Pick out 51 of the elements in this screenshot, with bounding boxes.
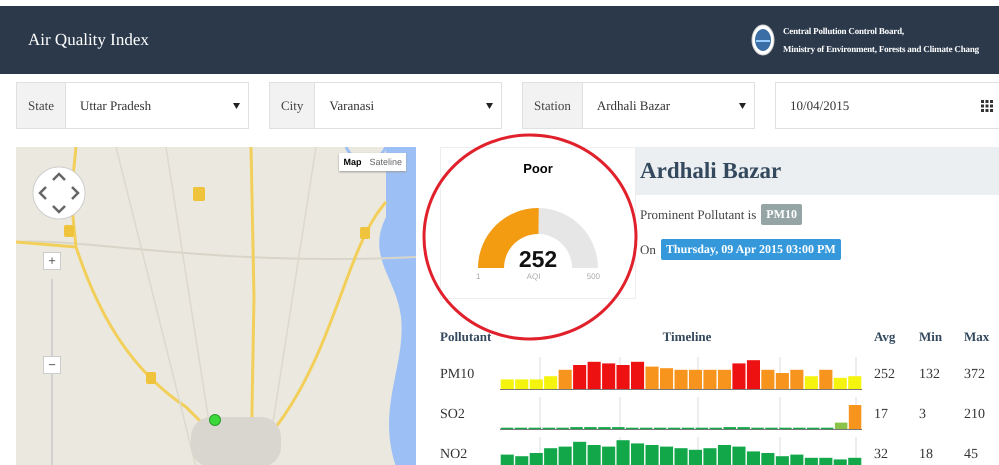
station-name: Ardhali Bazar: [640, 158, 782, 184]
org-name-line: Central Pollution Control Board,: [783, 26, 905, 36]
column-header: Avg: [874, 329, 896, 346]
table-cell-text: 3: [919, 407, 927, 424]
table-cell-text: 252: [874, 367, 896, 384]
pollutant-badge: PM10: [761, 204, 802, 225]
date-field[interactable]: 10/04/2015: [775, 82, 999, 129]
caret-icon: [233, 102, 240, 108]
column-header: Max: [964, 329, 990, 346]
dropdown-value: Varanasi: [328, 98, 376, 114]
field-label: Station: [523, 83, 583, 128]
caret-icon: [486, 102, 493, 108]
date-label: On: [640, 242, 656, 258]
emblem-icon: [751, 24, 775, 56]
aqi-value: 252: [518, 246, 558, 270]
dropdown[interactable]: Station Ardhali Bazar: [522, 82, 755, 129]
dropdown[interactable]: State Uttar Pradesh: [16, 82, 249, 129]
column-header: Pollutant: [440, 329, 492, 346]
table-cell-text: 210: [964, 407, 986, 424]
table-cell-text: 17: [874, 407, 889, 424]
timestamp-badge: Thursday, 09 Apr 2015 03:00 PM: [660, 239, 841, 260]
app-title: Air Quality Index: [28, 30, 149, 50]
pollutant-name: PM10: [440, 367, 476, 384]
table-cell-text: 372: [964, 367, 986, 384]
column-header: Timeline: [662, 329, 712, 346]
gauge-max-label: 500: [586, 272, 600, 281]
table-cell-text: 18: [919, 447, 934, 464]
column-header: Min: [919, 329, 944, 346]
aqi-category: Poor: [523, 161, 553, 176]
date-value: 10/04/2015: [790, 98, 850, 114]
pan-control[interactable]: [32, 166, 86, 220]
dropdown[interactable]: City Varanasi: [269, 82, 502, 129]
map-type-button[interactable]: Sateline: [365, 153, 406, 171]
table-cell-text: 45: [964, 447, 979, 464]
zoom-out-button[interactable]: −: [43, 356, 61, 374]
dropdown-value: Ardhali Bazar: [596, 98, 672, 114]
dropdown-value: Uttar Pradesh: [79, 98, 152, 114]
calendar-icon[interactable]: [981, 100, 993, 112]
map-type-button[interactable]: Map: [339, 153, 366, 171]
caret-icon: [739, 102, 746, 108]
gauge-unit-label: AQI: [526, 272, 540, 281]
table-cell-text: 132: [919, 367, 941, 384]
org-name-line: Ministry of Environment, Forests and Climate Chang: [783, 44, 979, 54]
pollutant-name: SO2: [440, 407, 466, 424]
zoom-in-button[interactable]: +: [43, 252, 61, 270]
table-cell-text: 32: [874, 447, 889, 464]
field-label: City: [270, 83, 316, 128]
pollutant-name: NO2: [440, 447, 468, 464]
gauge-min-label: 1: [476, 272, 480, 281]
field-label: State: [17, 83, 66, 128]
pollutant-label: Prominent Pollutant is: [640, 206, 756, 222]
